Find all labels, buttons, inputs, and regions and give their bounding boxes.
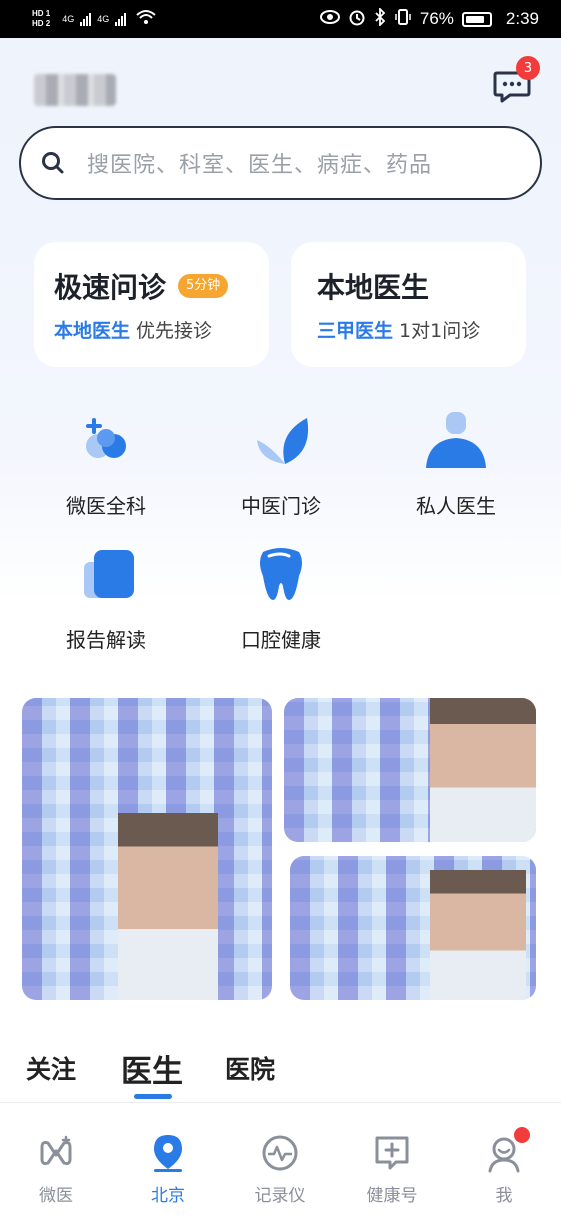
nav-label: 北京 (151, 1186, 185, 1206)
tab-doctor[interactable]: 医生 (121, 1046, 183, 1091)
card-local-doctor[interactable]: 本地医生 三甲医生 1对1问诊 (291, 242, 526, 367)
card-sub-text: 1对1问诊 (399, 320, 481, 342)
nav-beijing[interactable]: 北京 (112, 1103, 224, 1216)
signal-icon-2 (115, 12, 127, 26)
status-bar-right: 76% 2:39 (319, 6, 539, 31)
time-tag: 5分钟 (178, 274, 229, 298)
service-label: 口腔健康 (241, 628, 321, 652)
status-bar: HD 1 HD 2 4G 4G 76% 2:39 (0, 0, 561, 38)
tab-hospital[interactable]: 医院 (225, 1050, 275, 1086)
service-general-practice[interactable]: 微医全科 (36, 408, 176, 519)
hd-indicator: HD 1 HD 2 (32, 9, 50, 29)
message-badge: 3 (516, 56, 540, 80)
service-label: 报告解读 (66, 628, 146, 652)
card-title: 极速问诊 (54, 271, 167, 304)
bottom-nav: 微医 北京 记录仪 健康号 我 (0, 1102, 561, 1216)
card-title: 本地医生 (317, 271, 430, 304)
card-sub-highlight: 本地医生 (54, 320, 131, 342)
plus-chat-icon (372, 1133, 412, 1173)
wifi-icon (136, 9, 156, 29)
nav-label: 记录仪 (254, 1186, 306, 1206)
card-fast-consult[interactable]: 极速问诊 5分钟 本地医生 优先接诊 (34, 242, 269, 367)
person-icon (424, 408, 488, 472)
report-icon (74, 542, 138, 606)
battery-icon (461, 11, 492, 27)
eye-icon (319, 9, 340, 29)
service-label: 微医全科 (66, 494, 146, 518)
leaf-icon (249, 408, 313, 472)
plus-blob-icon (74, 408, 138, 472)
promo-banner-bottom-right[interactable] (290, 856, 536, 1000)
nav-me[interactable]: 我 (448, 1103, 560, 1216)
card-subtitle: 三甲医生 1对1问诊 (317, 316, 480, 343)
promo-banner-top-right[interactable] (284, 698, 536, 842)
battery-percent: 76% (419, 9, 454, 28)
status-bar-left: HD 1 HD 2 4G 4G (32, 9, 156, 29)
doctor-photo-redacted (430, 698, 536, 842)
card-sub-text: 优先接诊 (136, 320, 213, 342)
location-pin-icon (148, 1133, 188, 1173)
feed-tabs: 关注 医生 医院 (0, 1038, 561, 1100)
signal-icon (80, 12, 92, 26)
clock: 2:39 (505, 9, 539, 28)
doctor-photo-redacted (118, 813, 218, 1000)
net2-label: 4G (97, 14, 110, 24)
nav-recorder[interactable]: 记录仪 (224, 1103, 336, 1216)
nav-health-account[interactable]: 健康号 (336, 1103, 448, 1216)
alarm-icon (348, 8, 366, 31)
user-location-redacted[interactable] (34, 74, 116, 106)
heartbeat-icon (260, 1133, 300, 1173)
nav-label: 我 (495, 1186, 513, 1206)
net1-label: 4G (62, 14, 75, 24)
doctor-photo-redacted (430, 870, 526, 1000)
hd2-label: HD 2 (32, 19, 51, 28)
promo-banner-large[interactable] (22, 698, 272, 1000)
tab-follow[interactable]: 关注 (26, 1050, 76, 1086)
search-placeholder: 搜医院、科室、医生、病症、药品 (87, 153, 433, 178)
search-icon (42, 152, 64, 174)
nav-home[interactable]: 微医 (0, 1103, 112, 1216)
service-label: 中医门诊 (241, 494, 321, 518)
card-sub-highlight: 三甲医生 (317, 320, 394, 342)
service-private-doctor[interactable]: 私人医生 (386, 408, 526, 519)
logo-icon (36, 1133, 76, 1173)
notification-dot (514, 1127, 530, 1143)
nav-label: 微医 (39, 1186, 73, 1206)
service-label: 私人医生 (416, 494, 496, 518)
app-screen: 3 搜医院、科室、医生、病症、药品 极速问诊 5分钟 本地医生 优先接诊 本地医生… (0, 38, 561, 1216)
service-oral-health[interactable]: 口腔健康 (211, 542, 351, 653)
service-tcm[interactable]: 中医门诊 (211, 408, 351, 519)
card-subtitle: 本地医生 优先接诊 (54, 316, 212, 343)
service-report-reading[interactable]: 报告解读 (36, 542, 176, 653)
tooth-icon (249, 542, 313, 606)
search-bar[interactable]: 搜医院、科室、医生、病症、药品 (19, 126, 542, 200)
vibrate-icon (394, 8, 412, 31)
nav-label: 健康号 (366, 1186, 418, 1206)
hd1-label: HD 1 (32, 9, 51, 18)
bluetooth-icon (374, 6, 386, 31)
active-tab-indicator (134, 1094, 172, 1099)
